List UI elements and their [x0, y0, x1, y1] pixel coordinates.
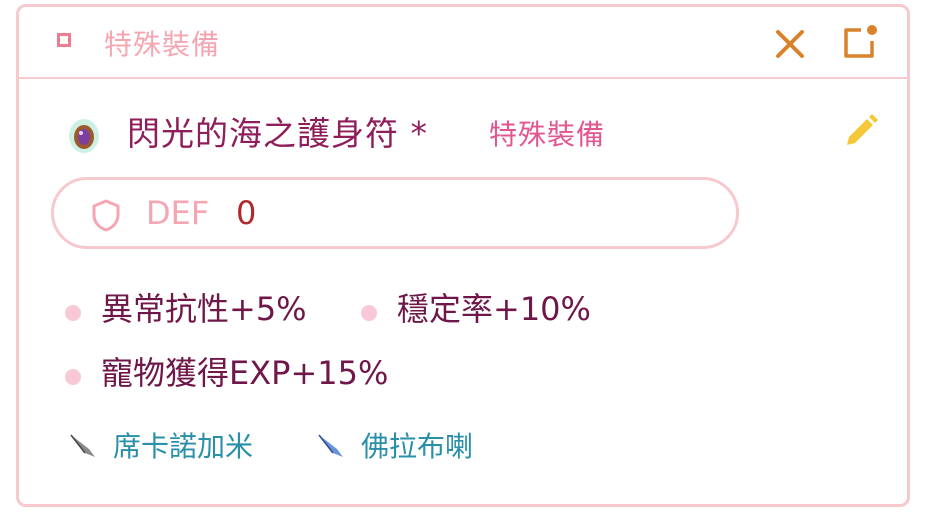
effect-text: 穩定率+10% [397, 290, 591, 328]
amulet-icon [69, 119, 99, 153]
header-title: 特殊裝備 [104, 28, 221, 61]
pet-link-1[interactable]: 席卡諾加米 [67, 425, 253, 465]
popout-button[interactable] [839, 23, 879, 63]
effect-item: 寵物獲得EXP+15% [65, 348, 388, 394]
def-stat-pill: DEF 0 [51, 177, 739, 249]
card-header: 特殊裝備 [19, 7, 907, 79]
bullet-dot [65, 369, 81, 385]
shield-icon [92, 199, 120, 232]
close-icon [776, 30, 804, 58]
effect-text: 異常抗性+5% [101, 290, 307, 328]
pencil-icon [847, 114, 878, 145]
square-icon [57, 33, 71, 47]
effect-item: 穩定率+10% [361, 284, 591, 330]
feather-blue-icon [318, 434, 343, 457]
item-category: 特殊裝備 [489, 118, 606, 151]
item-name: 閃光的海之護身符 * [127, 114, 428, 153]
pet-name: 席卡諾加米 [113, 430, 254, 463]
bullet-dot [361, 305, 377, 321]
feather-grey-icon [70, 434, 95, 457]
stat-label: DEF [146, 194, 210, 232]
open-in-new-icon [844, 25, 877, 58]
close-button[interactable] [773, 27, 807, 61]
edit-button[interactable] [841, 111, 881, 151]
stat-value: 0 [236, 194, 257, 232]
equipment-card: 特殊裝備 閃光的海之護身符 * 特殊裝備 DEF 0 異常抗性+5% 穩定率+1… [16, 4, 910, 507]
pet-link-2[interactable]: 佛拉布喇 [315, 425, 473, 465]
effect-item: 異常抗性+5% [65, 284, 307, 330]
effect-text: 寵物獲得EXP+15% [101, 354, 389, 392]
pet-name: 佛拉布喇 [361, 430, 474, 463]
bullet-dot [65, 305, 81, 321]
